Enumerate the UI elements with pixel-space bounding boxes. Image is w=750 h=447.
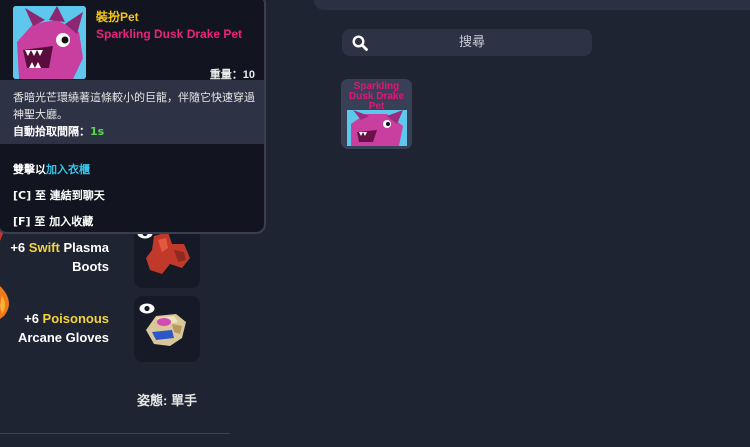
search-input[interactable] xyxy=(372,29,572,56)
item-tooltip: 裝扮Pet Sparkling Dusk Drake Pet 重量：10 香暗光… xyxy=(0,0,266,234)
dusk-drake-pet-icon xyxy=(347,110,407,146)
equipment-name: +6 Poisonous Arcane Gloves xyxy=(17,311,109,345)
result-item-label: Sparkling Dusk Drake Pet xyxy=(348,81,405,112)
dusk-drake-pet-icon xyxy=(13,6,86,79)
stance-text: 姿態: 單手 xyxy=(137,393,197,408)
tooltip-header: 裝扮Pet Sparkling Dusk Drake Pet 重量：10 xyxy=(0,0,264,81)
equipment-name: +6 Swift Plasma Boots xyxy=(10,240,109,274)
tooltip-thumbnail xyxy=(13,6,86,79)
tooltip-pickup-interval: 自動拾取間隔：1s xyxy=(13,125,105,138)
tooltip-action-favorite: [F] 至 加入收藏 xyxy=(13,215,94,228)
tooltip-item-type: 裝扮Pet xyxy=(96,10,139,24)
tooltip-action-chat: [C] 至 連結到聊天 xyxy=(13,189,105,202)
tooltip-action-wardrobe: 雙擊以加入衣櫃 xyxy=(13,163,90,176)
result-item-pet[interactable]: Sparkling Dusk Drake Pet xyxy=(341,79,412,149)
divider xyxy=(0,433,230,434)
tooltip-description-block: 香暗光芒環繞著這條較小的巨龍，伴隨它快速穿過神聖大廳。 自動拾取間隔：1s xyxy=(0,80,264,144)
equipment-item-gloves[interactable]: +6 Poisonous Arcane Gloves xyxy=(0,296,205,362)
tooltip-description: 香暗光芒環繞著這條較小的巨龍，伴隨它快速穿過神聖大廳。 xyxy=(13,91,255,121)
plasma-boots-icon xyxy=(146,232,190,274)
equipment-slot[interactable] xyxy=(134,296,200,362)
tooltip-item-name: Sparkling Dusk Drake Pet xyxy=(96,27,243,41)
top-panel-edge xyxy=(314,0,750,10)
arcane-gloves-icon xyxy=(146,314,186,346)
search-bar[interactable] xyxy=(342,29,592,56)
equipment-item-boots[interactable]: +6 Swift Plasma Boots xyxy=(0,222,205,290)
search-icon xyxy=(352,35,368,51)
